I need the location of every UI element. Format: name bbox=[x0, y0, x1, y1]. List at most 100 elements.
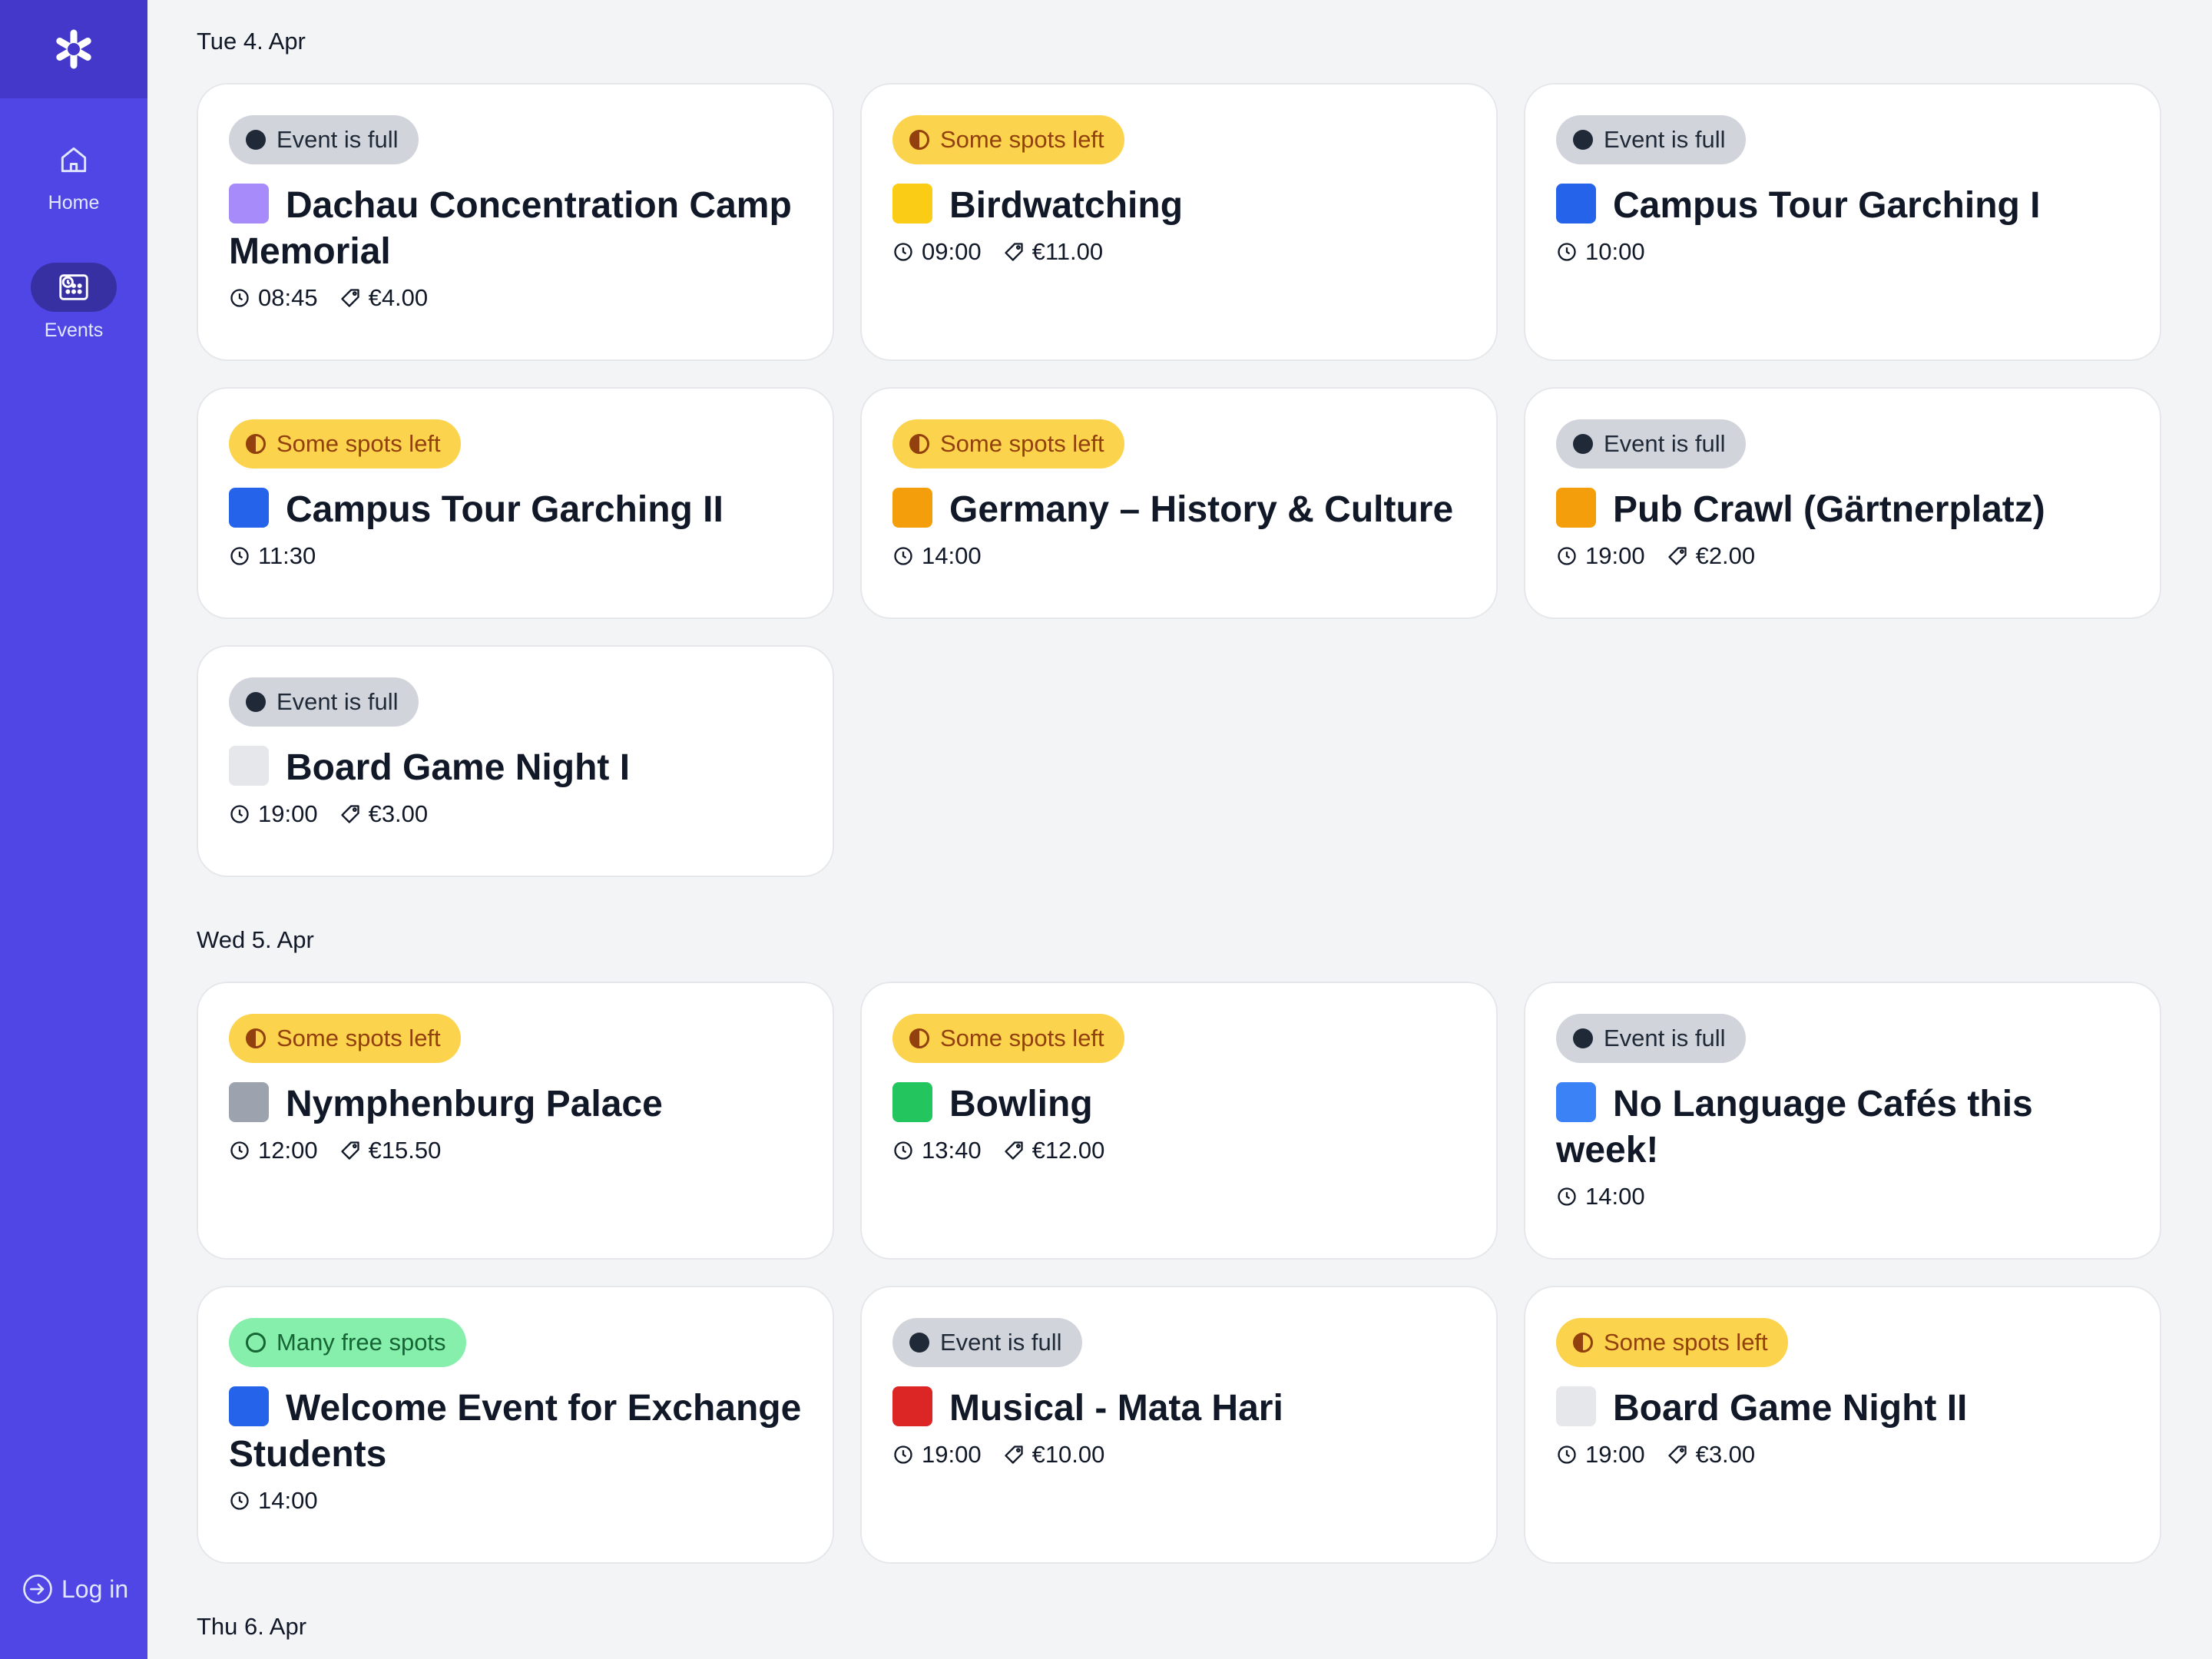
bowling-icon bbox=[892, 1082, 932, 1122]
event-meta: 19:00 €2.00 bbox=[1556, 542, 2129, 570]
nav-events[interactable]: Events bbox=[0, 263, 147, 342]
status-label: Event is full bbox=[1604, 126, 1726, 153]
event-card[interactable]: Event is full Pub Crawl (Gärtnerplatz) 19:… bbox=[1524, 387, 2161, 619]
event-time: 13:40 bbox=[892, 1137, 982, 1164]
event-time: 09:00 bbox=[892, 238, 982, 266]
app-logo[interactable] bbox=[0, 0, 147, 98]
price-tag-icon bbox=[340, 805, 359, 823]
price-tag-icon bbox=[1004, 1445, 1023, 1464]
event-time-value: 09:00 bbox=[922, 238, 982, 265]
event-title: Campus Tour Garching I bbox=[1556, 183, 2129, 229]
clock-icon bbox=[230, 547, 249, 565]
event-meta: 10:00 bbox=[1556, 238, 2129, 266]
headstone-icon bbox=[229, 184, 269, 224]
status-badge: Event is full bbox=[229, 115, 419, 164]
event-card[interactable]: Some spots left Board Game Night II 19:00 €… bbox=[1524, 1286, 2161, 1564]
status-some-icon bbox=[909, 130, 929, 150]
nav-home-icon-wrap bbox=[31, 135, 117, 184]
event-card[interactable]: Some spots left Germany – History & Cultu… bbox=[860, 387, 1498, 619]
event-title-text: Germany – History & Culture bbox=[949, 489, 1454, 530]
event-title-text: Pub Crawl (Gärtnerplatz) bbox=[1613, 489, 2045, 530]
event-time-value: 19:00 bbox=[258, 800, 318, 827]
event-time-value: 19:00 bbox=[922, 1441, 982, 1468]
event-card[interactable]: Event is full No Language Cafés this week… bbox=[1524, 982, 2161, 1260]
event-card[interactable]: Event is full Dachau Concentration Camp M… bbox=[197, 83, 834, 361]
clock-icon bbox=[1558, 1445, 1576, 1464]
status-many-icon bbox=[246, 1333, 266, 1353]
login-icon bbox=[23, 1575, 52, 1604]
event-meta: 13:40 €12.00 bbox=[892, 1137, 1465, 1164]
event-card[interactable]: Event is full Campus Tour Garching I 10:00 bbox=[1524, 83, 2161, 361]
status-badge: Event is full bbox=[1556, 115, 1746, 164]
event-card[interactable]: Many free spots Welcome Event for Exchang… bbox=[197, 1286, 834, 1564]
sidebar: Home Events Log in bbox=[0, 0, 147, 1659]
clock-icon bbox=[894, 243, 912, 261]
playing-cards-icon bbox=[1556, 1386, 1596, 1426]
event-title: Campus Tour Garching II bbox=[229, 487, 802, 533]
event-title: Pub Crawl (Gärtnerplatz) bbox=[1556, 487, 2129, 533]
event-price: €10.00 bbox=[1003, 1441, 1105, 1469]
event-price-value: €3.00 bbox=[368, 800, 429, 827]
event-time-value: 11:30 bbox=[258, 542, 316, 569]
nav-events-label: Events bbox=[44, 320, 104, 341]
status-full-icon bbox=[246, 692, 266, 712]
event-card[interactable]: Some spots left Campus Tour Garching II 11… bbox=[197, 387, 834, 619]
event-title: No Language Cafés this week! bbox=[1556, 1081, 2129, 1174]
login-label: Log in bbox=[61, 1575, 129, 1603]
event-title-text: Dachau Concentration Camp Memorial bbox=[229, 185, 792, 272]
status-label: Some spots left bbox=[940, 1025, 1104, 1051]
day-label: Thu 6. Apr bbox=[197, 1613, 307, 1640]
clock-icon bbox=[230, 805, 249, 823]
price-tag-icon bbox=[340, 1141, 359, 1160]
event-title: Dachau Concentration Camp Memorial bbox=[229, 183, 802, 275]
clock-icon bbox=[1558, 1187, 1576, 1206]
event-title: Birdwatching bbox=[892, 183, 1465, 229]
classical-building-icon bbox=[1556, 184, 1596, 224]
status-badge: Event is full bbox=[892, 1318, 1082, 1367]
event-title: Board Game Night I bbox=[229, 745, 802, 791]
event-meta: 19:00 €3.00 bbox=[1556, 1441, 2129, 1469]
event-title-text: Bowling bbox=[949, 1084, 1093, 1124]
event-meta: 14:00 bbox=[1556, 1183, 2129, 1210]
event-time-value: 08:45 bbox=[258, 284, 318, 311]
event-time: 19:00 bbox=[892, 1441, 982, 1469]
status-label: Event is full bbox=[276, 688, 399, 715]
event-card[interactable]: Some spots left Bowling 13:40 €12.00 bbox=[860, 982, 1498, 1260]
event-price-value: €4.00 bbox=[368, 284, 429, 311]
home-icon bbox=[61, 147, 87, 173]
event-time-value: 19:00 bbox=[1585, 542, 1645, 569]
status-label: Event is full bbox=[276, 126, 399, 153]
status-label: Some spots left bbox=[940, 430, 1104, 457]
status-badge: Event is full bbox=[1556, 1014, 1746, 1063]
event-price: €2.00 bbox=[1667, 542, 1755, 570]
event-title-text: Musical - Mata Hari bbox=[949, 1388, 1283, 1429]
event-meta: 08:45 €4.00 bbox=[229, 284, 802, 312]
event-price-value: €10.00 bbox=[1031, 1441, 1105, 1468]
event-card[interactable]: Some spots left Nymphenburg Palace 12:00 €1… bbox=[197, 982, 834, 1260]
status-some-icon bbox=[909, 1028, 929, 1048]
event-time: 14:00 bbox=[892, 542, 982, 570]
nav-home[interactable]: Home bbox=[0, 135, 147, 214]
nav-home-label: Home bbox=[48, 192, 100, 214]
login-button[interactable]: Log in bbox=[22, 1573, 128, 1605]
event-price: €11.00 bbox=[1003, 238, 1103, 266]
event-title-text: Birdwatching bbox=[949, 185, 1184, 226]
event-card[interactable]: Some spots left Birdwatching 09:00 €11.00 bbox=[860, 83, 1498, 361]
event-title-text: Nymphenburg Palace bbox=[286, 1084, 663, 1124]
event-meta: 14:00 bbox=[229, 1487, 802, 1515]
status-some-icon bbox=[1573, 1333, 1593, 1353]
event-title: Welcome Event for Exchange Students bbox=[229, 1386, 802, 1478]
status-label: Some spots left bbox=[1604, 1329, 1768, 1356]
theater-curtain-icon bbox=[892, 1386, 932, 1426]
status-full-icon bbox=[1573, 130, 1593, 150]
status-some-icon bbox=[909, 434, 929, 454]
status-label: Many free spots bbox=[276, 1329, 446, 1356]
event-time: 19:00 bbox=[229, 800, 318, 828]
asterisk-logo-icon bbox=[56, 29, 91, 69]
status-badge: Some spots left bbox=[892, 115, 1124, 164]
event-price: €3.00 bbox=[339, 800, 429, 828]
germany-culture-icon bbox=[892, 488, 932, 528]
status-label: Some spots left bbox=[940, 126, 1104, 153]
event-card[interactable]: Event is full Musical - Mata Hari 19:00 €10… bbox=[860, 1286, 1498, 1564]
event-card[interactable]: Event is full Board Game Night I 19:00 €3.0… bbox=[197, 645, 834, 877]
